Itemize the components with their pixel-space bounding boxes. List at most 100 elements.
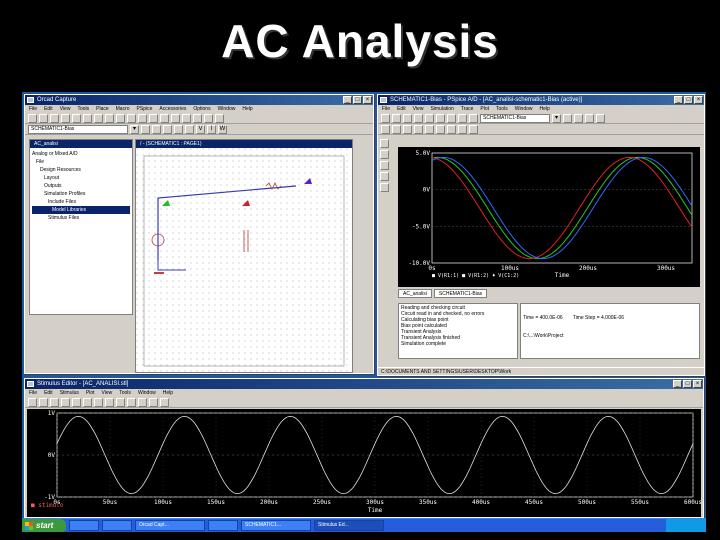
new-icon[interactable] [28,397,37,407]
stimulus-plot[interactable]: 1V 0V -1V 0s 50us 100us 150us 200us 250us 300us 35… [27,409,702,517]
print-icon[interactable] [61,397,70,407]
tree-item[interactable]: Stimulus Files [32,214,130,222]
pspice-plot-canvas[interactable]: 5.0V 0V -5.0V -10.0V0s 100us 200us 300us Time ■ … [398,147,700,287]
label-icon[interactable] [469,124,478,134]
zoom-out-icon[interactable] [116,397,125,407]
zoom-out-icon[interactable] [138,113,147,123]
redo-icon[interactable] [116,113,125,123]
schematic-page[interactable]: / - (SCHEMATIC1 : PAGE1) [135,139,353,373]
menu-item-window[interactable]: Window [515,106,533,112]
tree-item[interactable]: Model Libraries [32,206,130,214]
cut-icon[interactable] [72,113,81,123]
menu-item-trace[interactable]: Trace [461,106,474,112]
pspice-window[interactable]: SCHEMATIC1-Bias - PSpice A/D - [AC_anali… [377,94,705,376]
stimulus-window[interactable]: Stimulus Editor - [AC_ANALISI.stl] _ □ ×… [24,378,704,518]
menu-item-file[interactable]: File [382,106,390,112]
menu-item-window[interactable]: Window [218,106,236,112]
menu-item-edit[interactable]: Edit [44,106,53,112]
voltage-marker-icon[interactable] [163,124,172,134]
tree-item[interactable]: Outputs [32,182,130,190]
zoom-area-icon[interactable] [149,113,158,123]
maximize-button[interactable]: □ [684,96,693,104]
copy-icon[interactable] [436,113,445,123]
menu-item-pspice[interactable]: PSpice [137,106,153,112]
stimulus-plot-canvas[interactable]: 1V0V-1V0s 50us 100us 150us 200us 250us 300us 35… [27,409,702,517]
undo-icon[interactable] [458,113,467,123]
minimize-button[interactable]: _ [673,380,682,388]
taskbar-item[interactable]: SCHEMATIC1... [241,520,311,531]
menu-item-tools[interactable]: Tools [496,106,508,112]
menu-item-plot[interactable]: Plot [86,390,95,396]
maximize-button[interactable]: □ [683,380,692,388]
menu-item-file[interactable]: File [29,106,37,112]
zoom-area-icon[interactable] [127,397,136,407]
tree-item[interactable]: Design Resources [32,166,130,174]
add-point-icon[interactable] [149,397,158,407]
menu-item-edit[interactable]: Edit [397,106,406,112]
menu-item-place[interactable]: Place [96,106,109,112]
netlist-icon[interactable] [193,113,202,123]
taskbar-item[interactable]: Orcad Capt... [135,520,205,531]
zoom-in-icon[interactable] [574,113,583,123]
capture-titlebar[interactable]: Orcad Capture _ □ × [25,95,373,105]
add-trace-icon[interactable] [392,124,401,134]
marker-i-icon[interactable] [380,150,389,159]
copy-icon[interactable] [83,113,92,123]
capture-window[interactable]: Orcad Capture _ □ × File Edit View Tools Pla… [24,94,374,374]
paste-icon[interactable] [94,397,103,407]
close-button[interactable]: × [694,96,703,104]
menu-item-macro[interactable]: Macro [116,106,130,112]
zoom-in-icon[interactable] [127,113,136,123]
menu-item-tools[interactable]: Tools [119,390,131,396]
zoom-all-icon[interactable] [160,113,169,123]
menu-item-plot[interactable]: Plot [480,106,489,112]
menu-item-edit[interactable]: Edit [44,390,53,396]
new-icon[interactable] [28,113,37,123]
menu-item-file[interactable]: File [29,390,37,396]
dropdown-arrow-icon[interactable]: ▾ [552,113,561,123]
menu-item-stimulus[interactable]: Stimulus [60,390,79,396]
zoom-fit-icon[interactable] [596,113,605,123]
save-icon[interactable] [50,397,59,407]
marker-db-icon[interactable] [380,172,389,181]
maximize-button[interactable]: □ [353,96,362,104]
menu-item-view[interactable]: View [102,390,113,396]
peak-icon[interactable] [436,124,445,134]
stimulus-titlebar[interactable]: Stimulus Editor - [AC_ANALISI.stl] _ □ × [25,379,703,389]
save-icon[interactable] [50,113,59,123]
drc-icon[interactable] [182,113,191,123]
close-button[interactable]: × [693,380,702,388]
paste-icon[interactable] [447,113,456,123]
zoom-fit-icon[interactable] [138,397,147,407]
menu-item-view[interactable]: View [413,106,424,112]
taskbar-item[interactable] [102,520,132,531]
bom-icon[interactable] [204,113,213,123]
zoom-in-icon[interactable] [105,397,114,407]
marker-v-icon[interactable] [380,139,389,148]
profile-combo[interactable]: SCHEMATIC1-Bias [480,113,550,123]
run-icon[interactable] [141,124,150,134]
menu-item-help[interactable]: Help [242,106,252,112]
taskbar-item[interactable]: Stimulus Ed... [314,520,384,531]
performance-icon[interactable] [414,124,423,134]
bias-v-icon[interactable]: V [196,124,205,134]
menu-item-options[interactable]: Options [193,106,210,112]
fourier-icon[interactable] [403,124,412,134]
cursor-icon[interactable] [425,124,434,134]
run-icon[interactable] [563,113,572,123]
menu-item-window[interactable]: Window [138,390,156,396]
help-icon[interactable] [215,113,224,123]
taskbar-item[interactable] [208,520,238,531]
tree-item[interactable]: Analog or Mixed A/D [32,150,130,158]
pspice-plot[interactable]: 5.0V 0V -5.0V -10.0V 0s 100us 200us 300us Time ■ … [398,147,700,287]
menu-item-help[interactable]: Help [540,106,550,112]
axis-icon[interactable] [381,124,390,134]
new-stimulus-icon[interactable] [160,397,169,407]
menu-item-help[interactable]: Help [163,390,173,396]
probe-icon[interactable] [152,124,161,134]
minimize-button[interactable]: _ [674,96,683,104]
cut-icon[interactable] [425,113,434,123]
marker-phase-icon[interactable] [380,183,389,192]
save-icon[interactable] [403,113,412,123]
schematic-canvas[interactable] [136,148,353,373]
